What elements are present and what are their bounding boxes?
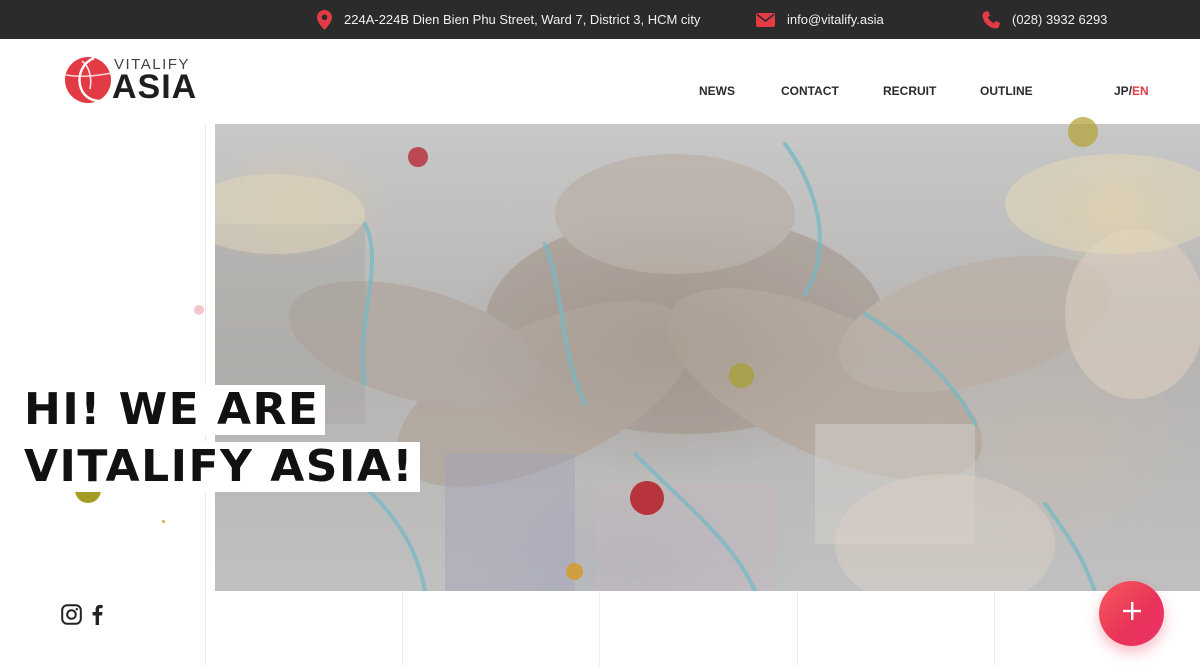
address-text: 224A-224B Dien Bien Phu Street, Ward 7, … (344, 12, 701, 27)
nav-outline[interactable]: OUTLINE (980, 84, 1033, 98)
phone-icon (982, 10, 1000, 29)
decor-dot (630, 481, 664, 515)
top-info-bar: 224A-224B Dien Bien Phu Street, Ward 7, … (0, 0, 1200, 39)
decor-dot (194, 305, 204, 315)
decor-dot (729, 363, 754, 388)
language-switcher: JP/EN (1114, 84, 1149, 98)
hero-headline-line-1: HI! WE ARE (23, 385, 326, 435)
phone-text[interactable]: (028) 3932 6293 (1012, 12, 1107, 27)
phone-item[interactable]: (028) 3932 6293 (982, 0, 1107, 39)
decor-dot (566, 563, 583, 580)
floating-action-button[interactable] (1099, 581, 1164, 646)
nav-news[interactable]: NEWS (699, 84, 735, 98)
hero-headline: HI! WE ARE VITALIFY ASIA! (23, 385, 420, 499)
lang-en[interactable]: EN (1132, 84, 1149, 98)
decor-dot (1068, 117, 1098, 147)
hero-overlay (215, 124, 1200, 591)
hero-image (215, 124, 1200, 591)
nav-contact[interactable]: CONTACT (781, 84, 839, 98)
vitalify-asia-logo[interactable]: VITALIFY ASIA (64, 55, 196, 106)
plus-icon (1122, 601, 1142, 626)
decor-dot (162, 520, 165, 523)
email-item[interactable]: info@vitalify.asia (756, 0, 884, 39)
logo-wordmark-main: ASIA (112, 68, 198, 106)
facebook-icon[interactable] (86, 602, 108, 626)
instagram-icon[interactable] (60, 602, 82, 626)
decor-dot (408, 147, 428, 167)
envelope-icon (756, 12, 775, 27)
map-pin-icon (317, 9, 332, 30)
hero-headline-line-2: VITALIFY ASIA! (23, 442, 420, 492)
lang-jp[interactable]: JP (1114, 84, 1129, 98)
email-link[interactable]: info@vitalify.asia (787, 12, 884, 27)
site-header: VITALIFY ASIA NEWS CONTACT RECRUIT OUTLI… (0, 39, 1200, 124)
logo-mark-icon (65, 56, 113, 103)
address-item: 224A-224B Dien Bien Phu Street, Ward 7, … (317, 0, 700, 39)
page: 224A-224B Dien Bien Phu Street, Ward 7, … (0, 0, 1200, 666)
nav-recruit[interactable]: RECRUIT (883, 84, 936, 98)
